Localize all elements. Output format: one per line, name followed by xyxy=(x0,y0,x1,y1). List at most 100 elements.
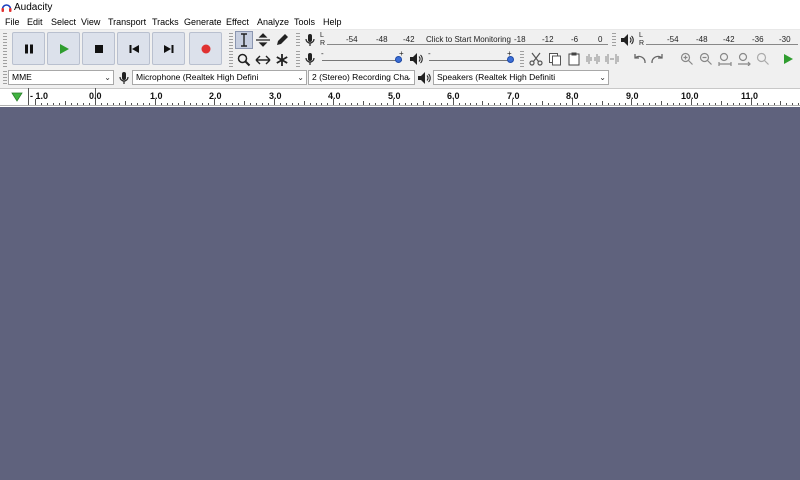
ruler-tick xyxy=(530,103,531,105)
redo-button[interactable] xyxy=(649,50,667,68)
playback-volume-minus: - xyxy=(428,49,431,58)
ruler-tick xyxy=(697,103,698,105)
silence-audio-button[interactable] xyxy=(603,50,621,68)
pause-button[interactable] xyxy=(12,32,45,65)
ruler-tick xyxy=(41,103,42,105)
menu-file[interactable]: File xyxy=(5,15,20,30)
track-panel[interactable] xyxy=(0,107,800,480)
recording-device-select[interactable]: Microphone (Realtek High Defini ⌄ xyxy=(132,70,307,85)
ruler-tick xyxy=(673,103,674,105)
zoom-toggle-icon xyxy=(756,52,769,65)
audio-host-select[interactable]: MME ⌄ xyxy=(8,70,114,85)
zoom-in-button[interactable] xyxy=(678,50,696,68)
device-toolbar-grip[interactable] xyxy=(3,71,7,85)
record-meter-button[interactable] xyxy=(301,31,319,49)
record-meter-grip[interactable] xyxy=(296,33,300,48)
time-shift-tool-button[interactable] xyxy=(254,51,272,69)
playback-meter-right-label: R xyxy=(639,40,645,47)
ruler-tick xyxy=(83,103,84,105)
play-button[interactable] xyxy=(47,32,80,65)
menu-edit[interactable]: Edit xyxy=(27,15,43,30)
playback-device-select[interactable]: Speakers (Realtek High Definiti ⌄ xyxy=(433,70,609,85)
pencil-icon xyxy=(277,34,288,45)
menu-tracks[interactable]: Tracks xyxy=(152,15,179,30)
record-meter-scale-label: -42 xyxy=(403,35,415,44)
pause-icon xyxy=(24,44,33,53)
chevron-down-icon: ⌄ xyxy=(297,73,304,82)
menu-tools[interactable]: Tools xyxy=(294,15,315,30)
ruler-tick xyxy=(441,103,442,105)
undo-button[interactable] xyxy=(630,50,648,68)
ruler-tick xyxy=(786,103,787,105)
ruler-tick xyxy=(447,103,448,105)
zoom-toggle-button[interactable] xyxy=(754,50,772,68)
ruler-tick xyxy=(411,103,412,105)
record-meter-scale-label: -48 xyxy=(376,35,388,44)
stop-button[interactable] xyxy=(82,32,115,65)
play-at-speed-button[interactable] xyxy=(779,50,797,68)
skip-to-start-button[interactable] xyxy=(117,32,150,65)
playback-meter-scale-label: -42 xyxy=(723,35,735,44)
copy-button[interactable] xyxy=(546,50,564,68)
ruler-tick xyxy=(435,103,436,105)
record-button[interactable] xyxy=(189,32,222,65)
ruler-tick xyxy=(238,103,239,105)
fit-project-button[interactable] xyxy=(735,50,753,68)
ruler-tick xyxy=(280,103,281,105)
cut-button[interactable] xyxy=(527,50,545,68)
mixer-toolbar-grip[interactable] xyxy=(296,51,300,67)
ruler-tick xyxy=(375,103,376,105)
zoom-selection-icon xyxy=(718,52,732,66)
record-volume-slider[interactable] xyxy=(322,60,402,61)
ruler-label: 3.0 xyxy=(269,91,282,101)
menu-transport[interactable]: Transport xyxy=(108,15,146,30)
zoom-out-button[interactable] xyxy=(697,50,715,68)
ruler-tick xyxy=(327,103,328,105)
clipboard-icon xyxy=(568,52,580,66)
menu-generate[interactable]: Generate xyxy=(184,15,222,30)
recording-channels-select[interactable]: 2 (Stereo) Recording Cha ⌄ xyxy=(308,70,415,85)
ruler-tick xyxy=(53,103,54,105)
zoom-tool-button[interactable] xyxy=(235,51,253,69)
monitor-prompt[interactable]: Click to Start Monitoring xyxy=(426,35,511,44)
skip-end-icon xyxy=(163,44,173,53)
ruler-tick xyxy=(214,99,215,105)
playback-meter-grip[interactable] xyxy=(612,33,616,48)
menu-select[interactable]: Select xyxy=(51,15,76,30)
pin-head-icon[interactable] xyxy=(11,92,23,102)
speaker-icon xyxy=(418,72,431,84)
multi-tool-button[interactable] xyxy=(273,51,291,69)
ruler-tick xyxy=(637,103,638,105)
ruler-tick xyxy=(476,103,477,105)
transport-toolbar-grip[interactable] xyxy=(3,33,7,67)
record-volume-thumb[interactable] xyxy=(395,56,402,63)
zoom-fit-icon xyxy=(738,52,751,66)
menu-analyze[interactable]: Analyze xyxy=(257,15,289,30)
menu-view[interactable]: View xyxy=(81,15,100,30)
ruler-tick xyxy=(488,103,489,105)
ruler-tick xyxy=(262,103,263,105)
paste-button[interactable] xyxy=(565,50,583,68)
edit-toolbar-grip[interactable] xyxy=(520,51,524,67)
envelope-tool-button[interactable] xyxy=(254,31,272,49)
playback-volume-thumb[interactable] xyxy=(507,56,514,63)
playback-meter-button[interactable] xyxy=(618,31,636,49)
selection-tool-button[interactable] xyxy=(235,31,253,49)
menu-effect[interactable]: Effect xyxy=(226,15,249,30)
trim-audio-button[interactable] xyxy=(584,50,602,68)
ruler-tick xyxy=(506,103,507,105)
ruler-tick xyxy=(119,103,120,105)
draw-tool-button[interactable] xyxy=(273,31,291,49)
ruler-tick xyxy=(167,103,168,105)
ruler-tick xyxy=(780,101,781,105)
skip-to-end-button[interactable] xyxy=(152,32,185,65)
timeline-ruler[interactable]: - 1.0 0.0 1.0 2.0 3.0 4.0 5.0 6.0 7.0 8.… xyxy=(0,88,800,106)
fit-selection-button[interactable] xyxy=(716,50,734,68)
tools-toolbar-grip[interactable] xyxy=(229,33,233,67)
ruler-tick xyxy=(292,103,293,105)
ruler-tick xyxy=(149,103,150,105)
playback-volume-slider[interactable] xyxy=(429,60,513,61)
ruler-tick xyxy=(709,103,710,105)
menu-help[interactable]: Help xyxy=(323,15,342,30)
ruler-tick xyxy=(619,103,620,105)
